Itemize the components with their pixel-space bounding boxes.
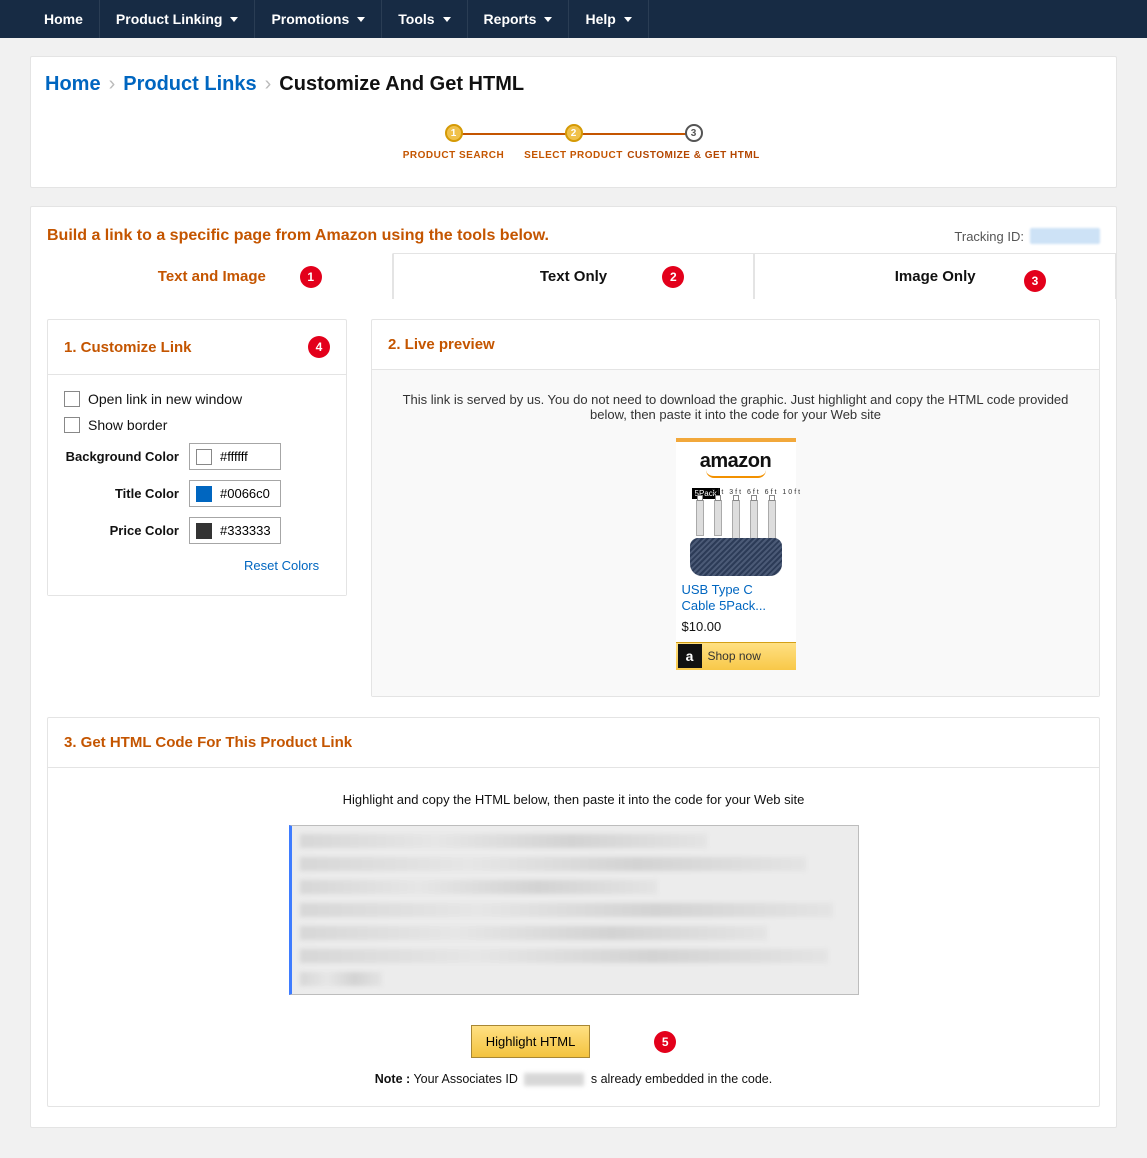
chevron-right-icon: › xyxy=(265,73,272,96)
caret-down-icon xyxy=(443,17,451,22)
amazon-a-icon: a xyxy=(678,644,702,668)
checkbox-show-border[interactable] xyxy=(64,417,80,433)
caret-down-icon xyxy=(357,17,365,22)
highlight-html-button[interactable]: Highlight HTML xyxy=(471,1025,591,1058)
breadcrumb: Home › Product Links › Customize And Get… xyxy=(45,73,1102,96)
tracking-id: Tracking ID: xyxy=(954,228,1100,244)
breadcrumb-product-links[interactable]: Product Links xyxy=(123,73,256,96)
html-code-textarea[interactable] xyxy=(289,825,859,995)
nav-home[interactable]: Home xyxy=(28,0,100,38)
caret-down-icon xyxy=(544,17,552,22)
get-html-hint: Highlight and copy the HTML below, then … xyxy=(64,792,1083,807)
nav-product-linking[interactable]: Product Linking xyxy=(100,0,256,38)
label-open-new-window: Open link in new window xyxy=(88,391,242,407)
input-price-color[interactable] xyxy=(218,522,274,539)
caret-down-icon xyxy=(624,17,632,22)
amazon-logo-icon: amazon xyxy=(700,450,771,472)
customize-panel: 1. Customize Link 4 Open link in new win… xyxy=(47,319,347,596)
preview-description: This link is served by us. You do not ne… xyxy=(388,392,1083,422)
product-image: 5Pack 3ft 3ft 6ft 6ft 10ft xyxy=(686,486,786,576)
nav-reports[interactable]: Reports xyxy=(468,0,570,38)
nav-promotions[interactable]: Promotions xyxy=(255,0,382,38)
label-background-color: Background Color xyxy=(64,449,189,464)
reset-colors-link[interactable]: Reset Colors xyxy=(244,558,319,573)
checkbox-open-new-window[interactable] xyxy=(64,391,80,407)
main-card: Build a link to a specific page from Ama… xyxy=(30,206,1117,1128)
nav-help[interactable]: Help xyxy=(569,0,648,38)
top-nav: Home Product Linking Promotions Tools Re… xyxy=(0,0,1147,38)
product-price: $10.00 xyxy=(676,615,796,642)
nav-tools[interactable]: Tools xyxy=(382,0,467,38)
caret-down-icon xyxy=(230,17,238,22)
label-price-color: Price Color xyxy=(64,523,189,538)
build-title: Build a link to a specific page from Ama… xyxy=(47,227,549,245)
preview-panel: 2. Live preview This link is served by u… xyxy=(371,319,1100,697)
label-show-border: Show border xyxy=(88,417,167,433)
step-product-search: 1 PRODUCT SEARCH xyxy=(394,124,514,161)
redacted-code xyxy=(300,834,850,986)
annotation-5: 5 xyxy=(654,1031,676,1053)
annotation-1: 1 xyxy=(300,266,322,288)
tab-image-only[interactable]: Image Only 3 xyxy=(754,253,1116,299)
swatch-icon xyxy=(196,523,212,539)
breadcrumb-card: Home › Product Links › Customize And Get… xyxy=(30,56,1117,188)
annotation-4: 4 xyxy=(308,336,330,358)
chevron-right-icon: › xyxy=(109,73,116,96)
get-html-title: 3. Get HTML Code For This Product Link xyxy=(64,734,352,751)
field-background-color[interactable] xyxy=(189,443,281,470)
preview-title: 2. Live preview xyxy=(388,336,495,353)
input-title-color[interactable] xyxy=(218,485,274,502)
tracking-label: Tracking ID: xyxy=(954,229,1024,244)
shop-now-button[interactable]: a Shop now xyxy=(676,642,796,670)
annotation-2: 2 xyxy=(662,266,684,288)
step-customize: 3 CUSTOMIZE & GET HTML xyxy=(634,124,754,161)
link-type-tabs: Text and Image 1 Text Only 2 Image Only … xyxy=(31,253,1116,299)
ad-preview: amazon 5Pack 3ft 3ft 6ft 6ft 10ft xyxy=(676,438,796,670)
tab-text-and-image[interactable]: Text and Image 1 xyxy=(31,253,393,299)
breadcrumb-current: Customize And Get HTML xyxy=(279,73,524,96)
stepper: 1 PRODUCT SEARCH 2 SELECT PRODUCT 3 CUST… xyxy=(45,124,1102,161)
associates-id-redacted xyxy=(524,1073,584,1086)
annotation-3: 3 xyxy=(1024,270,1046,292)
label-title-color: Title Color xyxy=(64,486,189,501)
step-select-product: 2 SELECT PRODUCT xyxy=(514,124,634,161)
swatch-icon xyxy=(196,486,212,502)
product-title: USB Type C Cable 5Pack... xyxy=(676,582,796,615)
note-row: Note : Your Associates ID s already embe… xyxy=(64,1072,1083,1086)
field-price-color[interactable] xyxy=(189,517,281,544)
get-html-panel: 3. Get HTML Code For This Product Link H… xyxy=(47,717,1100,1107)
tracking-value-redacted xyxy=(1030,228,1100,244)
swatch-icon xyxy=(196,449,212,465)
input-background-color[interactable] xyxy=(218,448,274,465)
field-title-color[interactable] xyxy=(189,480,281,507)
customize-title: 1. Customize Link xyxy=(64,339,192,356)
breadcrumb-home[interactable]: Home xyxy=(45,73,101,96)
tab-text-only[interactable]: Text Only 2 xyxy=(393,253,755,299)
